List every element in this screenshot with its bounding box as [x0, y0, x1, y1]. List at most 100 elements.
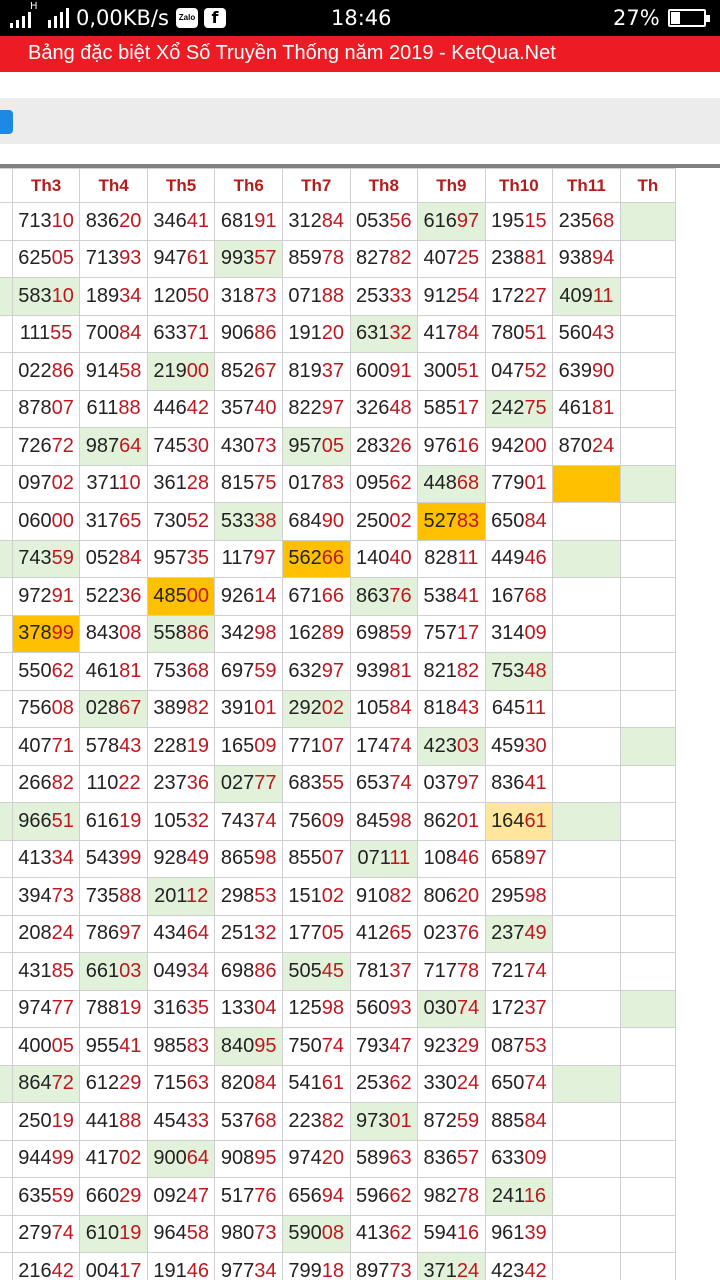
result-cell: 86201 [417, 802, 486, 841]
result-cell: 65897 [484, 839, 554, 878]
table-row: 1663559660290924751776656945966298278241… [0, 1177, 677, 1216]
result-cell: 25333 [349, 277, 419, 316]
result-cell: 63 [0, 989, 13, 1028]
result-cell: 05284 [79, 539, 148, 578]
result-cell: 19515 [484, 202, 554, 241]
result-cell: 82782 [349, 239, 419, 278]
result-cell: 25002 [349, 502, 419, 541]
table-row: 9741334543999284986598855070711110846658… [0, 839, 677, 878]
result-cell: 99 [0, 464, 13, 503]
result-cell: 57843 [79, 727, 148, 766]
facebook-icon: f [204, 8, 226, 28]
filter-button[interactable] [0, 110, 13, 134]
result-cell: 85507 [281, 839, 351, 878]
status-bar: H 0,00KB/s Zalo f 18:46 27% [0, 0, 720, 36]
result-cell: 75348 [484, 652, 554, 691]
result-cell: 02286 [11, 352, 81, 391]
result-cell: 61697 [417, 202, 486, 241]
result-cell: 90895 [214, 1139, 283, 1178]
battery-percent: 27% [613, 6, 660, 30]
result-cell: 30051 [417, 352, 486, 391]
result-cell: 97477 [11, 989, 81, 1028]
table-header-row: 2Th3Th4Th5Th6Th7Th8Th9Th10Th11Th [0, 168, 677, 203]
result-cell: 91458 [79, 352, 148, 391]
result-cell: 72672 [11, 427, 81, 466]
result-cell [619, 539, 677, 578]
result-cell: 17474 [349, 727, 419, 766]
result-cell: 41702 [79, 1139, 148, 1178]
result-cell: 92614 [214, 577, 283, 616]
result-cell: 12050 [146, 277, 216, 316]
result-cell: 59662 [349, 1177, 419, 1216]
table-row: 8026682110222373602777683556537403797836… [0, 764, 677, 803]
result-cell: 68 [0, 952, 13, 991]
result-cell: 43073 [214, 427, 283, 466]
result-cell: 96458 [146, 1214, 216, 1253]
result-cell: 90686 [214, 314, 283, 353]
table-row: 0874359052849573511797562661404082811449… [0, 539, 677, 578]
result-cell [619, 314, 677, 353]
result-cell: 81843 [417, 689, 486, 728]
result-cell: 02376 [417, 914, 486, 953]
result-cell [619, 989, 677, 1028]
signal-icon [10, 8, 69, 28]
result-cell: 24275 [484, 389, 554, 428]
result-cell: 63309 [484, 1139, 554, 1178]
network-type-label: H [30, 1, 38, 12]
clock: 18:46 [331, 6, 392, 30]
result-cell [552, 614, 621, 653]
result-cell: 94761 [146, 239, 216, 278]
result-cell: 34298 [214, 614, 283, 653]
column-header: Th11 [552, 168, 621, 203]
result-cell: 91082 [349, 877, 419, 916]
result-cell: 75609 [281, 802, 351, 841]
result-cell: 33024 [417, 1064, 486, 1103]
result-cell: 71393 [79, 239, 148, 278]
result-cell: 91 [0, 652, 13, 691]
result-cell: 75368 [146, 652, 216, 691]
result-cell: 77901 [484, 464, 554, 503]
result-cell: 86598 [214, 839, 283, 878]
result-cell [0, 1252, 13, 1280]
result-cell: 95735 [146, 539, 216, 578]
table-row: 1620824786974346425132177054126502376237… [0, 914, 677, 953]
result-cell: 94499 [11, 1139, 81, 1178]
result-cell: 54399 [79, 839, 148, 878]
result-cell [619, 614, 677, 653]
result-cell [552, 1102, 621, 1141]
result-cell [552, 1214, 621, 1253]
result-cell [619, 727, 677, 766]
result-cell: 11022 [79, 764, 148, 803]
result-cell [552, 502, 621, 541]
result-cell: 25362 [349, 1064, 419, 1103]
result-cell: 53768 [214, 1102, 283, 1141]
column-header: Th7 [281, 168, 351, 203]
result-cell: 77107 [281, 727, 351, 766]
result-cell [619, 1027, 677, 1066]
filter-bar [0, 98, 720, 144]
result-cell: 61188 [79, 389, 148, 428]
table-row: 72672 98764 74530 43073 95705 28326 97616 94200… [0, 427, 677, 466]
result-cell: 31409 [484, 614, 554, 653]
result-cell: 69759 [214, 652, 283, 691]
result-cell: 09702 [11, 464, 81, 503]
result-cell [0, 314, 13, 353]
result-cell: 40771 [11, 727, 81, 766]
result-cell [619, 1064, 677, 1103]
result-cell [619, 389, 677, 428]
result-cell: 10846 [417, 839, 486, 878]
result-cell: 73588 [79, 877, 148, 916]
result-cell: 87807 [11, 389, 81, 428]
result-cell: 84598 [349, 802, 419, 841]
result-cell: 87024 [552, 427, 621, 466]
zalo-icon: Zalo [176, 8, 198, 28]
result-cell: 68490 [281, 502, 351, 541]
result-cell: 80 [0, 764, 13, 803]
result-cell: 03074 [417, 989, 486, 1028]
result-cell [619, 764, 677, 803]
result-cell: 62505 [11, 239, 81, 278]
result-cell: 06000 [11, 502, 81, 541]
result-cell: 78051 [484, 314, 554, 353]
result-cell: 96139 [484, 1214, 554, 1253]
results-table-container[interactable]: 2Th3Th4Th5Th6Th7Th8Th9Th10Th11Th 8871310… [0, 164, 720, 1280]
